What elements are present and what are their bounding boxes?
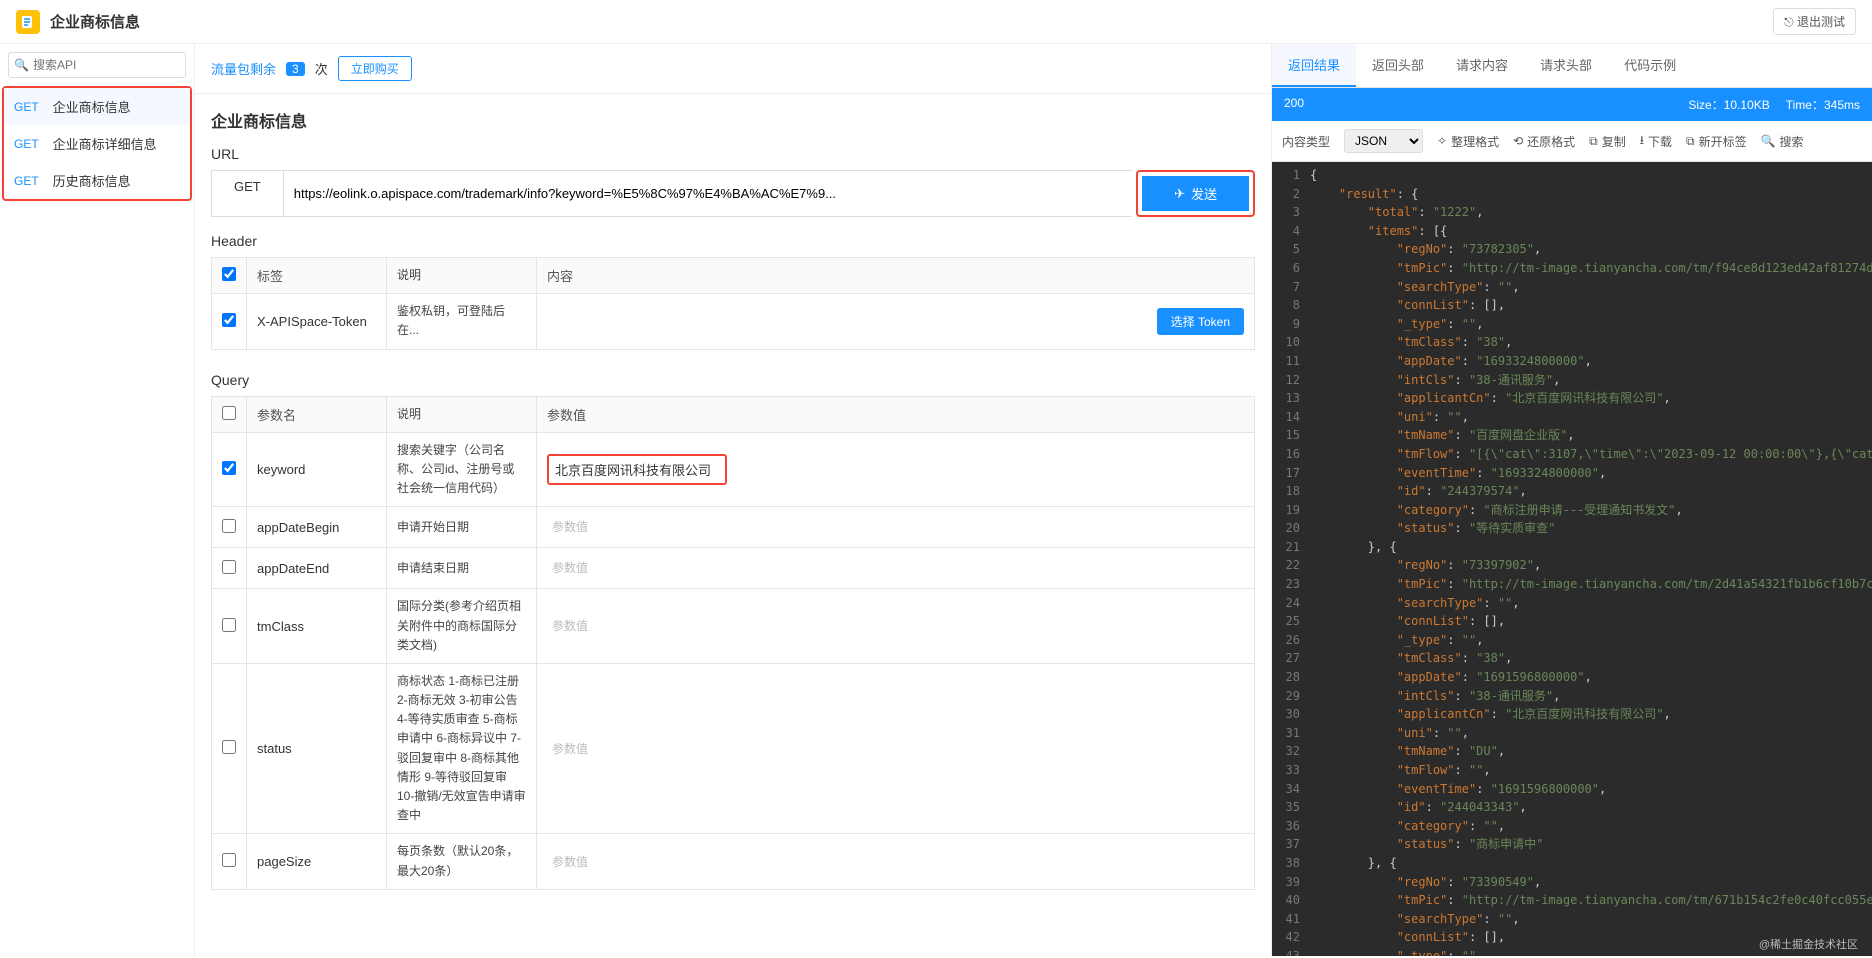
param-desc: 申请开始日期 [387,507,537,548]
quota-unit: 次 [315,59,328,78]
param-value-input[interactable] [547,614,1244,638]
restore-button[interactable]: ⟲ 还原格式 [1513,133,1575,150]
url-input[interactable] [284,170,1132,217]
content-type-label: 内容类型 [1282,133,1330,150]
http-method[interactable]: GET [211,170,284,217]
api-list: GET 企业商标信息 GET 企业商标详细信息 GET 历史商标信息 [2,86,192,201]
row-checkbox[interactable] [222,313,236,327]
sidebar-item-1[interactable]: GET 企业商标详细信息 [4,125,190,162]
format-button[interactable]: ✧ 整理格式 [1437,133,1499,150]
content-type-select[interactable]: JSON [1344,129,1423,153]
row-checkbox[interactable] [222,461,236,475]
url-label: URL [195,140,1271,166]
header-tag: X-APISpace-Token [247,294,387,349]
row-checkbox[interactable] [222,618,236,632]
param-value-input[interactable] [547,515,1244,539]
result-tab-1[interactable]: 返回头部 [1356,44,1440,87]
sidebar-item-2[interactable]: GET 历史商标信息 [4,162,190,199]
header-table: 标签 说明 内容 X-APISpace-Token鉴权私钥，可登陆后在...选择… [211,257,1255,350]
param-value-input[interactable] [547,850,1244,874]
result-tab-3[interactable]: 请求头部 [1524,44,1608,87]
header-section-title: Header [195,227,1271,253]
query-row: pageSize每页条数（默认20条，最大20条） [212,834,1255,889]
param-desc: 每页条数（默认20条，最大20条） [387,834,537,889]
result-tab-2[interactable]: 请求内容 [1440,44,1524,87]
response-time: Time：345ms [1786,96,1860,113]
header-row: X-APISpace-Token鉴权私钥，可登陆后在... 选择 Token [212,294,1255,349]
download-button[interactable]: ⭳ 下载 [1640,131,1672,152]
row-checkbox[interactable] [222,853,236,867]
send-button[interactable]: ✈ 发送 [1142,176,1249,211]
status-code: 200 [1284,96,1688,113]
query-check-all[interactable] [222,406,236,420]
query-section-title: Query [195,366,1271,392]
response-size: Size：10.10KB [1688,96,1769,113]
quota-remain-label: 流量包剩余 [211,59,276,78]
row-checkbox[interactable] [222,560,236,574]
api-item-label: 企业商标详细信息 [53,134,157,153]
query-row: appDateBegin申请开始日期 [212,507,1255,548]
select-token-button[interactable]: 选择 Token [1157,308,1244,335]
http-method-badge: GET [14,100,39,114]
param-desc: 商标状态 1-商标已注册 2-商标无效 3-初审公告 4-等待实质审查 5-商标… [387,663,537,834]
http-method-badge: GET [14,137,39,151]
header-desc: 鉴权私钥，可登陆后在... [387,294,537,349]
result-tab-4[interactable]: 代码示例 [1608,44,1692,87]
query-row: keyword搜索关键字（公司名称、公司id、注册号或社会统一信用代码） 北京百度… [212,432,1255,507]
param-name: tmClass [247,589,387,664]
search-result-button[interactable]: 🔍 搜索 [1761,133,1804,150]
header-check-all[interactable] [222,267,236,281]
query-row: tmClass国际分类(参考介绍页相关附件中的商标国际分类文档) [212,589,1255,664]
param-desc: 国际分类(参考介绍页相关附件中的商标国际分类文档) [387,589,537,664]
watermark: @稀土掘金技术社区 [1759,936,1858,952]
row-checkbox[interactable] [222,519,236,533]
param-name: keyword [247,432,387,507]
param-value-input[interactable] [547,556,1244,580]
result-tabs: 返回结果返回头部请求内容请求头部代码示例 [1272,44,1872,88]
result-tab-0[interactable]: 返回结果 [1272,44,1356,87]
param-desc: 搜索关键字（公司名称、公司id、注册号或社会统一信用代码） [387,432,537,507]
param-value-input[interactable] [547,737,1244,761]
row-checkbox[interactable] [222,740,236,754]
api-title: 企业商标信息 [195,94,1271,140]
page-title: 企业商标信息 [50,11,1773,32]
param-name: status [247,663,387,834]
param-name: appDateEnd [247,548,387,589]
send-icon: ✈ [1174,186,1185,202]
copy-button[interactable]: ⧉ 复制 [1589,133,1626,150]
query-table: 参数名 说明 参数值 keyword搜索关键字（公司名称、公司id、注册号或社会… [211,396,1255,890]
param-name: pageSize [247,834,387,889]
buy-button[interactable]: 立即购买 [338,56,412,81]
param-name: appDateBegin [247,507,387,548]
api-item-label: 企业商标信息 [53,97,131,116]
app-logo [16,10,40,34]
param-value[interactable]: 北京百度网讯科技有限公司 [547,454,727,485]
api-item-label: 历史商标信息 [53,171,131,190]
search-icon: 🔍 [14,58,29,72]
exit-test-button[interactable]: ⎋ 退出测试 [1773,8,1856,35]
response-body[interactable]: 1{2 "result": {3 "total": "1222",4 "item… [1272,162,1872,956]
param-desc: 申请结束日期 [387,548,537,589]
query-row: appDateEnd申请结束日期 [212,548,1255,589]
newtab-button[interactable]: ⧉ 新开标签 [1686,133,1747,150]
api-search-input[interactable] [8,52,186,78]
sidebar-item-0[interactable]: GET 企业商标信息 [4,88,190,125]
query-row: status商标状态 1-商标已注册 2-商标无效 3-初审公告 4-等待实质审… [212,663,1255,834]
http-method-badge: GET [14,174,39,188]
quota-count-badge: 3 [286,62,305,76]
